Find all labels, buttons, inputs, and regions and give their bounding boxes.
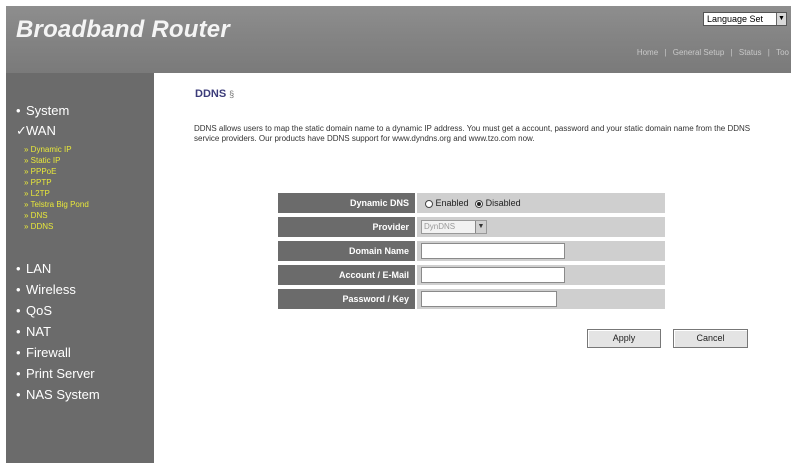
row-provider: Provider DynDNS ▼	[278, 217, 665, 237]
account-label: Account / E-Mail	[278, 265, 415, 285]
help-icon[interactable]: §	[229, 89, 234, 99]
chevron-down-icon: ▼	[475, 221, 486, 233]
brand-title: Broadband Router	[16, 16, 230, 43]
sidebar-item-label: Firewall	[26, 345, 71, 360]
sidebar-subitem-ddns[interactable]: » DDNS	[24, 222, 53, 231]
sidebar-item-lan[interactable]: • LAN	[16, 261, 51, 276]
topnav-status[interactable]: Status	[739, 48, 762, 57]
bullet-icon: •	[16, 103, 21, 118]
top-nav: Home | General Setup | Status | Too	[636, 48, 789, 57]
row-password: Password / Key	[278, 289, 665, 309]
row-account: Account / E-Mail	[278, 265, 665, 285]
apply-button[interactable]: Apply	[587, 329, 661, 348]
row-domain-name: Domain Name	[278, 241, 665, 261]
sidebar-item-label: QoS	[26, 303, 53, 318]
domain-name-input[interactable]	[421, 243, 565, 259]
account-email-input[interactable]	[421, 267, 565, 283]
bullet-icon: •	[16, 261, 21, 276]
row-dynamic-dns: Dynamic DNS Enabled Disabled	[278, 193, 665, 213]
cancel-button[interactable]: Cancel	[673, 329, 748, 348]
chevron-down-icon: ▼	[776, 13, 786, 25]
bullet-icon: •	[16, 387, 21, 402]
sidebar-subitem-pptp[interactable]: » PPTP	[24, 178, 52, 187]
radio-disabled-label: Disabled	[485, 198, 521, 208]
sidebar-subitem-dynamic-ip[interactable]: » Dynamic IP	[24, 145, 72, 154]
sidebar-subitem-telstra[interactable]: » Telstra Big Pond	[24, 200, 89, 209]
password-value	[417, 289, 665, 309]
sidebar-item-nat[interactable]: • NAT	[16, 324, 51, 339]
radio-disabled-button[interactable]	[475, 199, 484, 208]
sidebar-item-label: NAS System	[26, 387, 100, 402]
sidebar-item-label: LAN	[26, 261, 52, 276]
password-label: Password / Key	[278, 289, 415, 309]
sidebar-item-label: System	[26, 103, 70, 118]
page-title-text: DDNS	[195, 88, 227, 100]
sidebar-subitem-l2tp[interactable]: » L2TP	[24, 189, 50, 198]
bullet-icon: •	[16, 303, 21, 318]
sidebar-item-qos[interactable]: • QoS	[16, 303, 52, 318]
provider-select[interactable]: DynDNS ▼	[421, 220, 487, 234]
sidebar-item-firewall[interactable]: • Firewall	[16, 345, 71, 360]
check-icon: ✓	[16, 123, 27, 138]
topnav-home[interactable]: Home	[637, 48, 658, 57]
sidebar-item-wan[interactable]: ✓WAN	[16, 123, 56, 139]
domain-name-label: Domain Name	[278, 241, 415, 261]
language-select[interactable]: Language Set ▼	[703, 12, 787, 26]
page-description: DDNS allows users to map the static doma…	[194, 124, 751, 143]
bullet-icon: •	[16, 282, 21, 297]
sidebar-item-print-server[interactable]: • Print Server	[16, 366, 95, 381]
dynamic-dns-value: Enabled Disabled	[417, 193, 665, 213]
radio-enabled-button[interactable]	[425, 199, 433, 208]
header-bar: Broadband Router Language Set ▼ Home | G…	[6, 6, 791, 73]
page-title: DDNS §	[195, 88, 234, 100]
radio-enabled-label: Enabled	[435, 198, 469, 208]
sidebar-item-label: Wireless	[26, 282, 76, 297]
account-value	[417, 265, 665, 285]
sidebar-subitem-static-ip[interactable]: » Static IP	[24, 156, 60, 165]
radio-enabled[interactable]: Enabled	[425, 198, 469, 208]
bullet-icon: •	[16, 345, 21, 360]
topnav-tools[interactable]: Too	[776, 48, 789, 57]
bullet-icon: •	[16, 324, 21, 339]
sidebar-item-label: WAN	[26, 123, 56, 138]
dynamic-dns-label: Dynamic DNS	[278, 193, 415, 213]
provider-label: Provider	[278, 217, 415, 237]
domain-name-value	[417, 241, 665, 261]
sidebar-subitem-dns[interactable]: » DNS	[24, 211, 48, 220]
sidebar-item-label: NAT	[26, 324, 52, 339]
bullet-icon: •	[16, 366, 21, 381]
radio-disabled[interactable]: Disabled	[475, 198, 521, 208]
sidebar-subitem-pppoe[interactable]: » PPPoE	[24, 167, 56, 176]
sidebar-item-wireless[interactable]: • Wireless	[16, 282, 76, 297]
topnav-general-setup[interactable]: General Setup	[673, 48, 725, 57]
provider-select-value: DynDNS	[424, 222, 456, 231]
sidebar: • System ✓WAN » Dynamic IP » Static IP » …	[6, 73, 154, 463]
dynamic-dns-radio-group: Enabled Disabled	[425, 198, 525, 208]
provider-value: DynDNS ▼	[417, 217, 665, 237]
sidebar-item-nas-system[interactable]: • NAS System	[16, 387, 100, 402]
sidebar-item-system[interactable]: • System	[16, 103, 69, 118]
language-select-label: Language Set	[707, 14, 764, 24]
password-key-input[interactable]	[421, 291, 557, 307]
sidebar-item-label: Print Server	[26, 366, 95, 381]
